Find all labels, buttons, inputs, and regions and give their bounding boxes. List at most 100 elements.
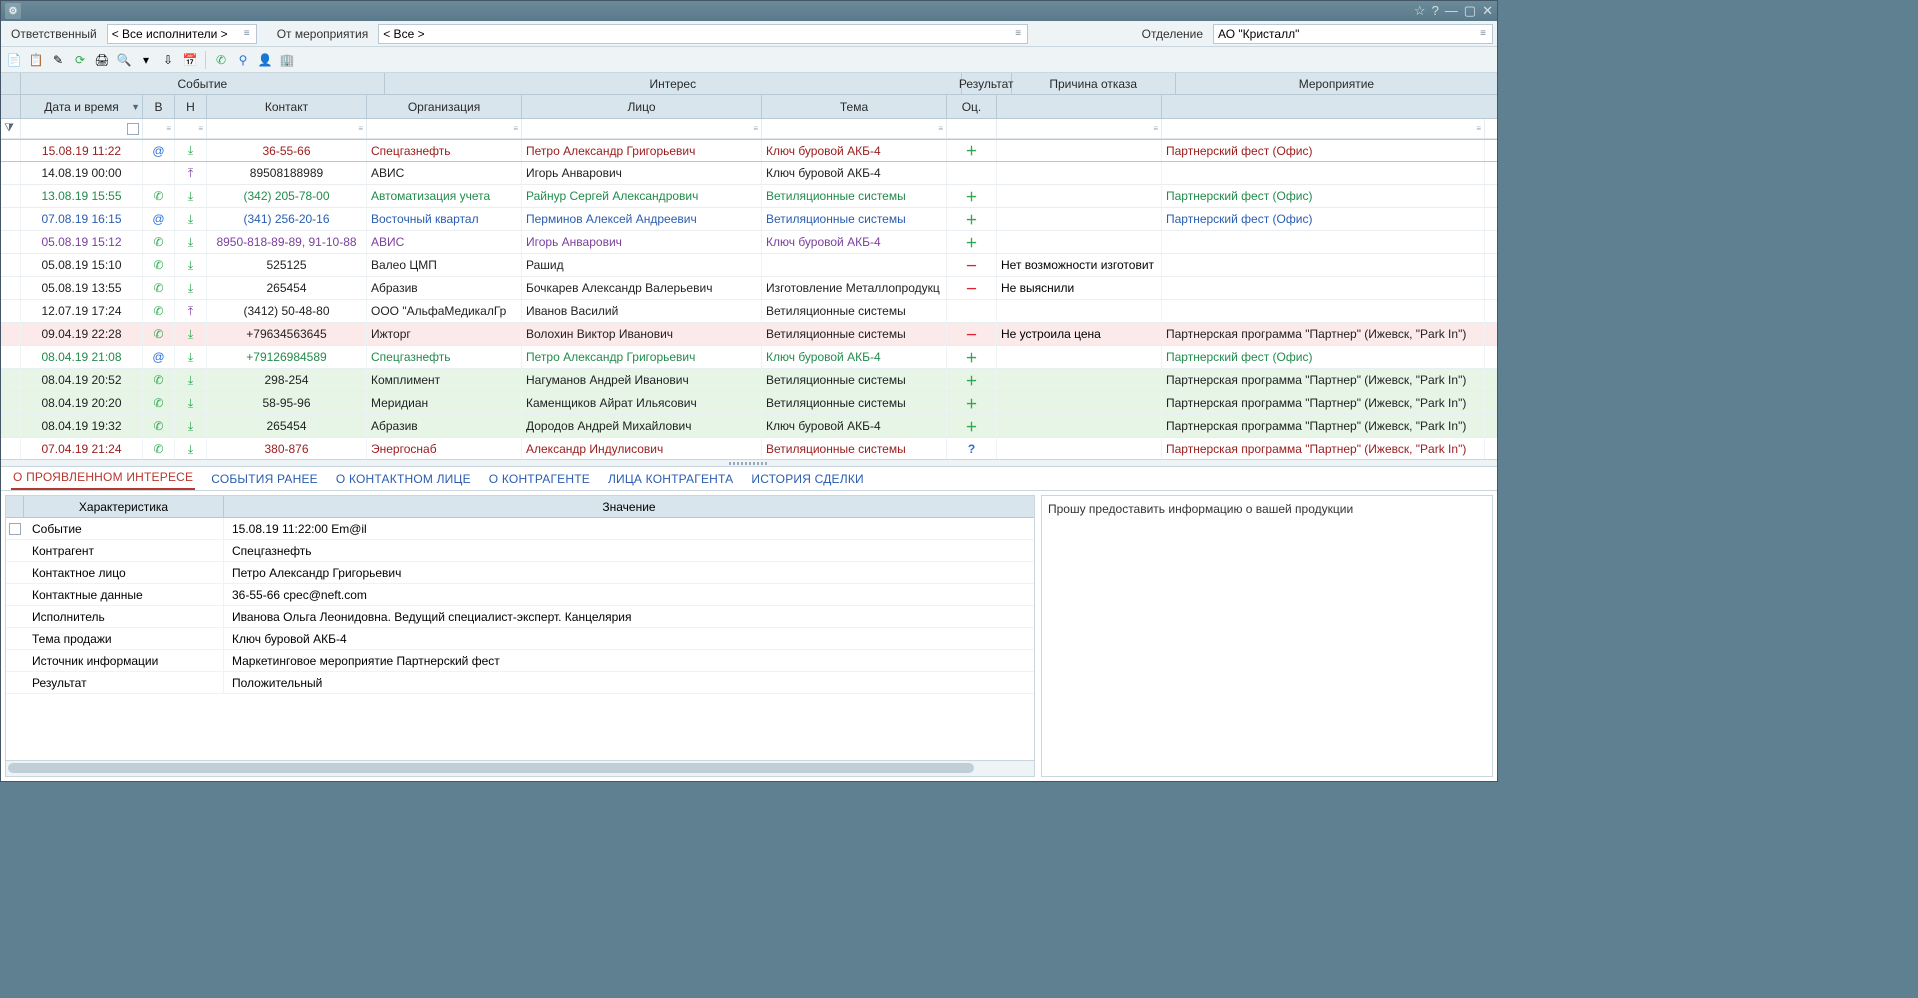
search-icon[interactable]: 🔍 xyxy=(115,51,133,69)
from-event-combo[interactable]: < Все > ≡ xyxy=(378,24,1028,44)
cell-checkbox[interactable] xyxy=(1,346,21,368)
cell-person: Петро Александр Григорьевич xyxy=(522,140,762,161)
prop-row[interactable]: Источник информацииМаркетинговое меропри… xyxy=(6,650,1034,672)
col-result[interactable]: Оц. xyxy=(947,95,997,118)
detail-props-body[interactable]: Событие15.08.19 11:22:00 Em@ilКонтрагент… xyxy=(6,518,1034,760)
filter-lead[interactable]: ⧩ xyxy=(1,119,21,138)
checkbox-icon[interactable] xyxy=(127,123,139,135)
toolbar: 📄 📋 ✎ ⟳ 🖨 🔍 ▾ ⇩ 📅 ✆ ⚲ 👤 🏢 xyxy=(1,47,1497,73)
filter-meeting[interactable]: ≡ xyxy=(1162,119,1485,138)
splitter[interactable] xyxy=(1,459,1497,467)
col-org[interactable]: Организация xyxy=(367,95,522,118)
cell-checkbox[interactable] xyxy=(1,140,21,161)
calendar-icon[interactable]: 📅 xyxy=(181,51,199,69)
cell-checkbox[interactable] xyxy=(1,300,21,322)
table-row[interactable]: 08.04.19 21:08@⤓+79126984589Спецгазнефть… xyxy=(1,346,1497,369)
org-icon[interactable]: 🏢 xyxy=(278,51,296,69)
cell-checkbox[interactable] xyxy=(1,162,21,184)
cell-checkbox[interactable] xyxy=(1,438,21,459)
prop-row[interactable]: РезультатПоложительный xyxy=(6,672,1034,694)
detail-notes[interactable]: Прошу предоставить информацию о вашей пр… xyxy=(1041,495,1493,777)
col-theme[interactable]: Тема xyxy=(762,95,947,118)
table-row[interactable]: 13.08.19 15:55✆⤓(342) 205-78-00Автоматиз… xyxy=(1,185,1497,208)
close-icon[interactable]: ✕ xyxy=(1482,3,1493,19)
chevron-down-icon[interactable]: ≡ xyxy=(1011,27,1025,41)
tab-2[interactable]: О КОНТАКТНОМ ЛИЦЕ xyxy=(334,468,473,490)
copy-icon[interactable]: 📋 xyxy=(27,51,45,69)
filter-theme[interactable]: ≡ xyxy=(762,119,947,138)
tab-1[interactable]: СОБЫТИЯ РАНЕЕ xyxy=(209,468,320,490)
tab-5[interactable]: ИСТОРИЯ СДЕЛКИ xyxy=(749,468,865,490)
prop-row[interactable]: ИсполнительИванова Ольга Леонидовна. Вед… xyxy=(6,606,1034,628)
filter-res[interactable] xyxy=(947,119,997,138)
table-row[interactable]: 12.07.19 17:24✆⤒(3412) 50-48-80ООО "Альф… xyxy=(1,300,1497,323)
cell-checkbox[interactable] xyxy=(1,277,21,299)
chevron-down-icon[interactable]: ≡ xyxy=(1476,27,1490,41)
cell-checkbox[interactable] xyxy=(1,323,21,345)
maximize-icon[interactable]: ▢ xyxy=(1464,3,1476,19)
col-reason[interactable] xyxy=(997,95,1162,118)
minimize-icon[interactable]: — xyxy=(1445,3,1458,19)
chevron-down-icon[interactable]: ≡ xyxy=(240,27,254,41)
col-checkbox[interactable] xyxy=(1,95,21,118)
edit-icon[interactable]: ✎ xyxy=(49,51,67,69)
table-row[interactable]: 05.08.19 13:55✆⤓265454АбразивБочкарев Ал… xyxy=(1,277,1497,300)
link-icon[interactable]: ⚲ xyxy=(234,51,252,69)
responsible-combo[interactable]: < Все исполнители > ≡ xyxy=(107,24,257,44)
cell-checkbox[interactable] xyxy=(1,254,21,276)
col-h[interactable]: Н xyxy=(175,95,207,118)
table-row[interactable]: 14.08.19 00:00⤒89508188989АВИСИгорь Анва… xyxy=(1,162,1497,185)
refresh-icon[interactable]: ⟳ xyxy=(71,51,89,69)
col-contact[interactable]: Контакт xyxy=(207,95,367,118)
table-row[interactable]: 05.08.19 15:12✆⤓8950-818-89-89, 91-10-88… xyxy=(1,231,1497,254)
table-row[interactable]: 05.08.19 15:10✆⤓525125Валео ЦМПРашид－Нет… xyxy=(1,254,1497,277)
cell-checkbox[interactable] xyxy=(1,369,21,391)
print-icon[interactable]: 🖨 xyxy=(93,51,111,69)
col-person[interactable]: Лицо xyxy=(522,95,762,118)
grid-body[interactable]: 15.08.19 11:22@⤓36-55-66СпецгазнефтьПетр… xyxy=(1,139,1497,459)
export-icon[interactable]: ⇩ xyxy=(159,51,177,69)
cell-checkbox[interactable] xyxy=(1,231,21,253)
incoming-icon: ⤓ xyxy=(188,373,193,388)
col-datetime[interactable]: Дата и время▼ xyxy=(21,95,143,118)
phone-icon[interactable]: ✆ xyxy=(212,51,230,69)
table-row[interactable]: 15.08.19 11:22@⤓36-55-66СпецгазнефтьПетр… xyxy=(1,139,1497,162)
tab-3[interactable]: О КОНТРАГЕНТЕ xyxy=(487,468,592,490)
filter-org[interactable]: ≡ xyxy=(367,119,522,138)
filter-person[interactable]: ≡ xyxy=(522,119,762,138)
table-row[interactable]: 08.04.19 19:32✆⤓265454АбразивДородов Анд… xyxy=(1,415,1497,438)
col-meeting[interactable] xyxy=(1162,95,1485,118)
prop-row[interactable]: Контактное лицоПетро Александр Григорьев… xyxy=(6,562,1034,584)
prop-row[interactable]: Тема продажиКлюч буровой АКБ-4 xyxy=(6,628,1034,650)
table-row[interactable]: 07.08.19 16:15@⤓(341) 256-20-16Восточный… xyxy=(1,208,1497,231)
cell-v: ✆ xyxy=(143,231,175,253)
department-combo[interactable]: АО "Кристалл" ≡ xyxy=(1213,24,1493,44)
filter-reason[interactable]: ≡ xyxy=(997,119,1162,138)
prop-row[interactable]: Контактные данные36-55-66 cpec@neft.com xyxy=(6,584,1034,606)
help-icon[interactable]: ? xyxy=(1432,3,1439,19)
filter-contact[interactable]: ≡ xyxy=(207,119,367,138)
tab-0[interactable]: О ПРОЯВЛЕННОМ ИНТЕРЕСЕ xyxy=(11,466,195,490)
cell-meeting: Партнерская программа "Партнер" (Ижевск,… xyxy=(1162,438,1485,459)
cell-checkbox[interactable] xyxy=(1,392,21,414)
detail-hscroll[interactable] xyxy=(6,760,1034,776)
filter-v[interactable]: ≡ xyxy=(143,119,175,138)
table-row[interactable]: 07.04.19 21:24✆⤓380-876ЭнергоснабАлексан… xyxy=(1,438,1497,459)
table-row[interactable]: 09.04.19 22:28✆⤓+79634563645ИжторгВолохи… xyxy=(1,323,1497,346)
person-icon[interactable]: 👤 xyxy=(256,51,274,69)
cell-checkbox[interactable] xyxy=(1,208,21,230)
star-icon[interactable]: ☆ xyxy=(1414,3,1426,19)
cell-checkbox[interactable] xyxy=(1,185,21,207)
table-row[interactable]: 08.04.19 20:20✆⤓58-95-96МеридианКаменщик… xyxy=(1,392,1497,415)
prop-row[interactable]: Событие15.08.19 11:22:00 Em@il xyxy=(6,518,1034,540)
filter-h[interactable]: ≡ xyxy=(175,119,207,138)
cell-contact: 89508188989 xyxy=(207,162,367,184)
prop-row[interactable]: КонтрагентСпецгазнефть xyxy=(6,540,1034,562)
tab-4[interactable]: ЛИЦА КОНТРАГЕНТА xyxy=(606,468,735,490)
col-v[interactable]: В xyxy=(143,95,175,118)
new-icon[interactable]: 📄 xyxy=(5,51,23,69)
filter-dt[interactable] xyxy=(21,119,143,138)
table-row[interactable]: 08.04.19 20:52✆⤓298-254КомплиментНагуман… xyxy=(1,369,1497,392)
cell-checkbox[interactable] xyxy=(1,415,21,437)
filter-icon[interactable]: ▾ xyxy=(137,51,155,69)
